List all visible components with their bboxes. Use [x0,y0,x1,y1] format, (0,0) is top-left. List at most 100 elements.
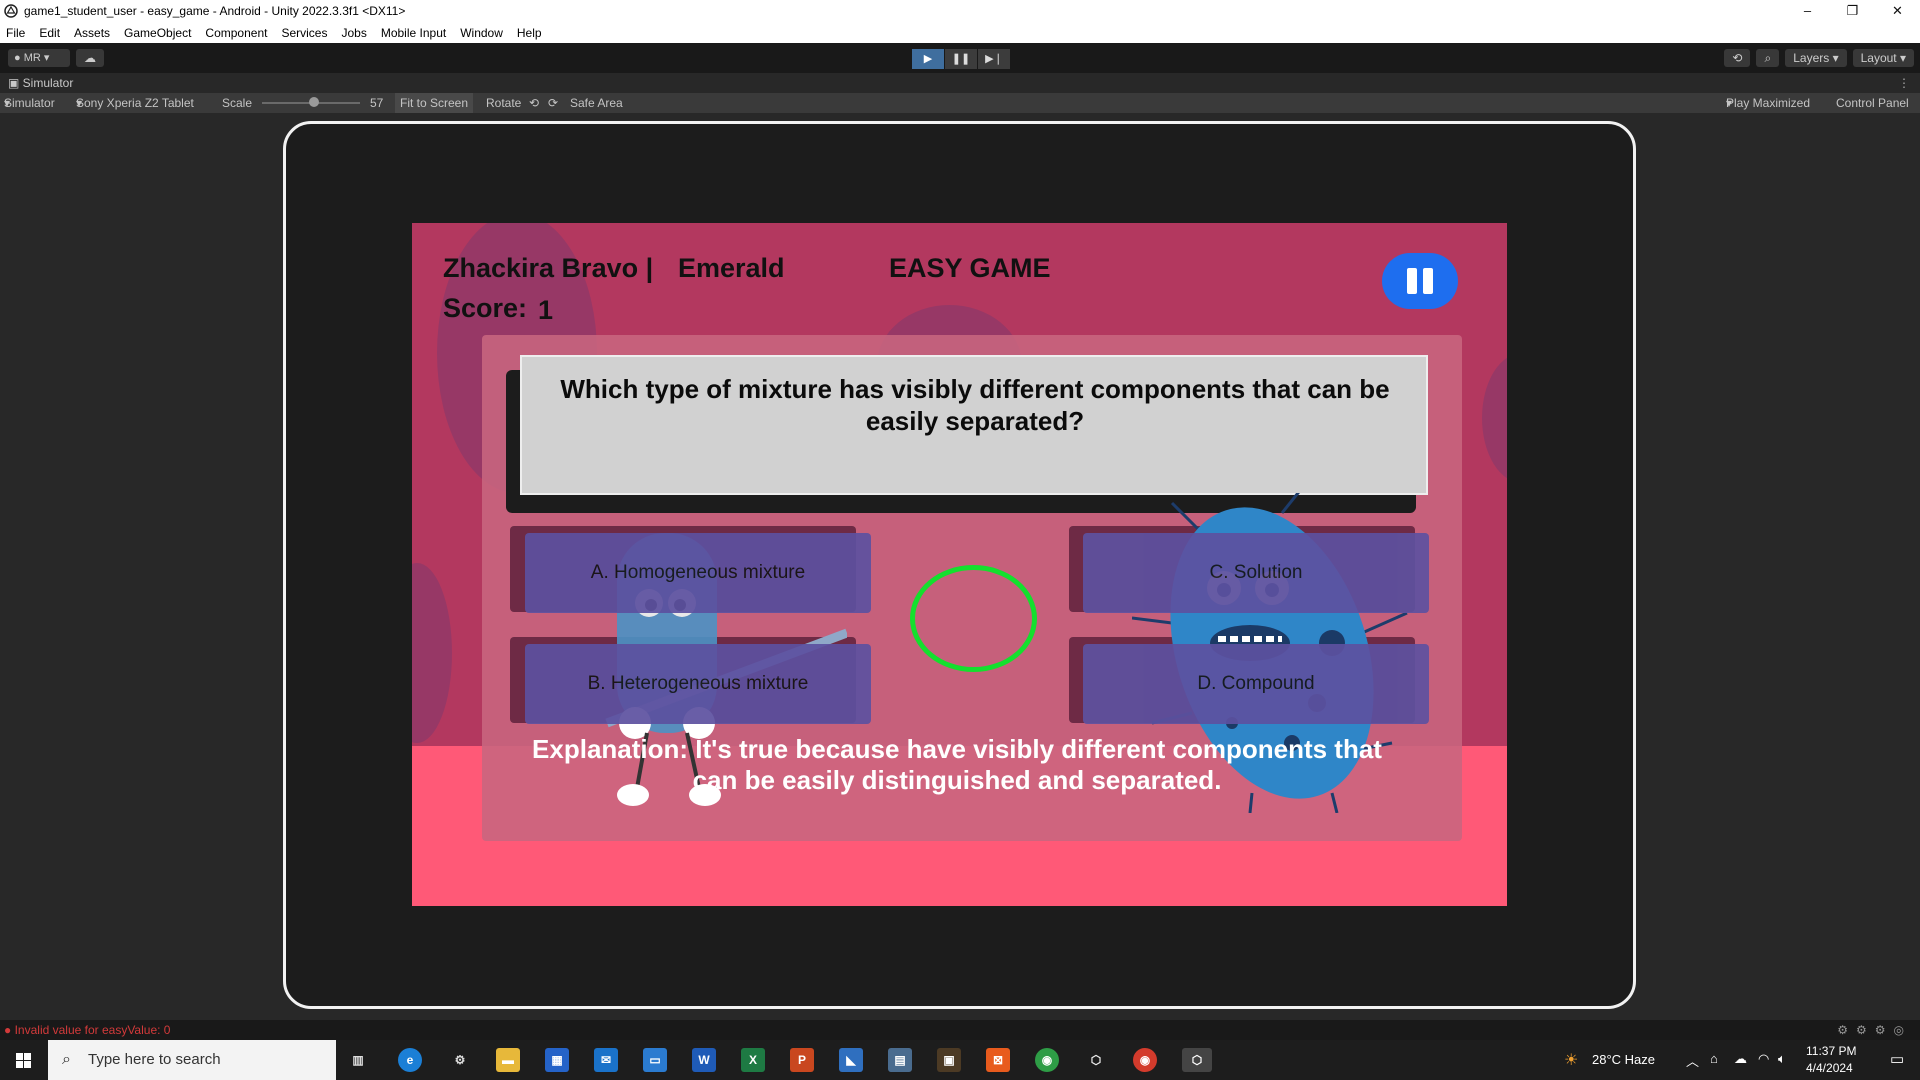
window-title: game1_student_user - easy_game - Android… [24,4,406,18]
unity-logo-icon [4,4,18,18]
minecraft-icon[interactable]: ▣ [937,1048,961,1072]
remote-desktop-icon[interactable]: ▭ [643,1048,667,1072]
error-message: Invalid value for easyValue: 0 [14,1023,171,1037]
control-panel-button[interactable]: Control Panel [1836,93,1909,113]
answer-b-button[interactable]: B. Heterogeneous mixture [525,644,871,724]
background-blob [412,563,452,743]
task-view-icon[interactable]: ▥ [346,1048,370,1072]
settings-icon[interactable]: ⚙ [448,1048,472,1072]
taskbar: ⌕ Type here to search ▥ e ⚙ ▬ ▦ ✉ ▭ W X … [0,1040,1920,1080]
play-button[interactable]: ▶ [912,49,944,69]
player-rank: Emerald [678,253,785,283]
search-icon: ⌕ [62,1051,71,1068]
simulator-mode-label: Simulator [4,96,55,110]
unity-hub-icon[interactable]: ⬡ [1084,1048,1108,1072]
play-controls: ▶ ❚❚ ▶❘ [912,49,1011,69]
mail-icon[interactable]: ✉ [594,1048,618,1072]
menu-window[interactable]: Window [460,26,503,40]
account-label: MR [23,52,41,64]
menu-jobs[interactable]: Jobs [341,26,366,40]
chrome-profile-icon[interactable]: ◉ [1133,1048,1157,1072]
excel-icon[interactable]: X [741,1048,765,1072]
window-controls: – ❐ ✕ [1785,0,1920,22]
title-bar: game1_student_user - easy_game - Android… [0,0,1920,22]
weather-text[interactable]: 28°C Haze [1592,1052,1655,1067]
windows-start-icon[interactable] [0,1040,47,1080]
store-icon[interactable]: ▦ [545,1048,569,1072]
simulator-mode-dropdown[interactable]: Simulator ▾ [4,93,55,113]
main-toolbar: ● MR ▾ ☁ ▶ ❚❚ ▶❘ ⟲ ⌕ Layers ▾ Layout ▾ [0,43,1920,73]
menu-assets[interactable]: Assets [74,26,110,40]
wifi-icon[interactable]: ◠ [1758,1051,1769,1067]
simulator-tab-icon: ▣ [8,76,23,90]
maximize-button[interactable]: ❐ [1830,0,1875,22]
status-icons: ⚙⚙⚙◎ [1837,1023,1912,1037]
player-name: Zhackira Bravo | [443,253,654,283]
taskbar-search-placeholder: Type here to search [88,1051,221,1068]
cloud-icon[interactable]: ☁ [76,49,104,67]
step-button[interactable]: ▶❘ [978,49,1010,69]
simulator-tab-label: Simulator [22,76,74,90]
taskbar-search-input[interactable]: ⌕ Type here to search [48,1040,336,1080]
powerpoint-icon[interactable]: P [790,1048,814,1072]
menu-edit[interactable]: Edit [39,26,60,40]
file-explorer-icon[interactable]: ▬ [496,1048,520,1072]
rotate-left-icon[interactable]: ⟲ [529,93,539,113]
search-icon[interactable]: ⌕ [1756,49,1780,67]
pause-button[interactable] [1382,253,1458,309]
device-dropdown[interactable]: Sony Xperia Z2 Tablet ▾ [76,93,194,113]
layers-dropdown[interactable]: Layers ▾ [1785,49,1847,67]
fit-to-screen-button[interactable]: Fit to Screen [395,93,474,113]
chrome-icon[interactable]: ◉ [1035,1048,1059,1072]
menu-mobile-input[interactable]: Mobile Input [381,26,446,40]
correct-ring-indicator [910,565,1037,672]
simulator-toolbar: Simulator ▾ Sony Xperia Z2 Tablet ▾ Scal… [0,93,1920,113]
explanation-text: Explanation: It's true because have visi… [532,734,1382,795]
minimize-button[interactable]: – [1785,0,1830,22]
game-mode-title: EASY GAME [889,253,1051,283]
rotate-label: Rotate [486,96,522,110]
pause-icon [1423,268,1433,294]
layout-dropdown[interactable]: Layout ▾ [1852,49,1914,67]
console-status-bar[interactable]: ● Invalid value for easyValue: 0 ⚙⚙⚙◎ [0,1020,1920,1040]
app-icon[interactable]: ◣ [839,1048,863,1072]
menu-help[interactable]: Help [517,26,542,40]
volume-icon[interactable]: 🔈︎ [1778,1051,1786,1067]
onedrive-icon[interactable]: ☁ [1734,1051,1747,1067]
account-dropdown[interactable]: ● MR ▾ [8,49,70,67]
menu-component[interactable]: Component [205,26,267,40]
more-options-icon[interactable]: ⋮ [1898,73,1910,93]
play-mode-label: Play Maximized [1726,96,1811,110]
unity-editor-icon[interactable]: ⬡ [1182,1048,1212,1072]
clock-date[interactable]: 4/4/2024 [1806,1061,1853,1075]
history-icon[interactable]: ⟲ [1724,49,1751,67]
answer-a-button[interactable]: A. Homogeneous mixture [525,533,871,613]
scale-value: 57 [370,96,384,110]
simulator-tab[interactable]: ▣ Simulator ⋮ [0,73,1920,93]
network-icon[interactable]: ⌂ [1710,1051,1718,1066]
edge-icon[interactable]: e [398,1048,422,1072]
answer-c-button[interactable]: C. Solution [1083,533,1429,613]
play-mode-dropdown[interactable]: Play Maximized ▾ [1726,93,1810,113]
close-button[interactable]: ✕ [1875,0,1920,22]
notification-icon[interactable]: ▭ [1890,1050,1904,1068]
menu-bar: File Edit Assets GameObject Component Se… [0,22,1920,43]
menu-services[interactable]: Services [281,26,327,40]
xampp-icon[interactable]: ⊠ [986,1048,1010,1072]
score-value: 1 [538,295,554,325]
word-icon[interactable]: W [692,1048,716,1072]
menu-file[interactable]: File [6,26,25,40]
scale-slider-handle[interactable] [309,97,319,107]
toolbar-right: ⟲ ⌕ Layers ▾ Layout ▾ [1724,49,1914,67]
safe-area-button[interactable]: Safe Area [570,93,623,113]
menu-gameobject[interactable]: GameObject [124,26,191,40]
background-blob [1482,353,1507,483]
tray-chevron-icon[interactable]: ︿ [1686,1051,1699,1070]
clock-time[interactable]: 11:37 PM [1806,1044,1856,1058]
calculator-icon[interactable]: ▤ [888,1048,912,1072]
layers-label: Layers [1793,51,1830,65]
pause-editor-button[interactable]: ❚❚ [945,49,977,69]
weather-icon: ☀ [1564,1052,1579,1069]
rotate-right-icon[interactable]: ⟳ [548,93,558,113]
answer-d-button[interactable]: D. Compound [1083,644,1429,724]
